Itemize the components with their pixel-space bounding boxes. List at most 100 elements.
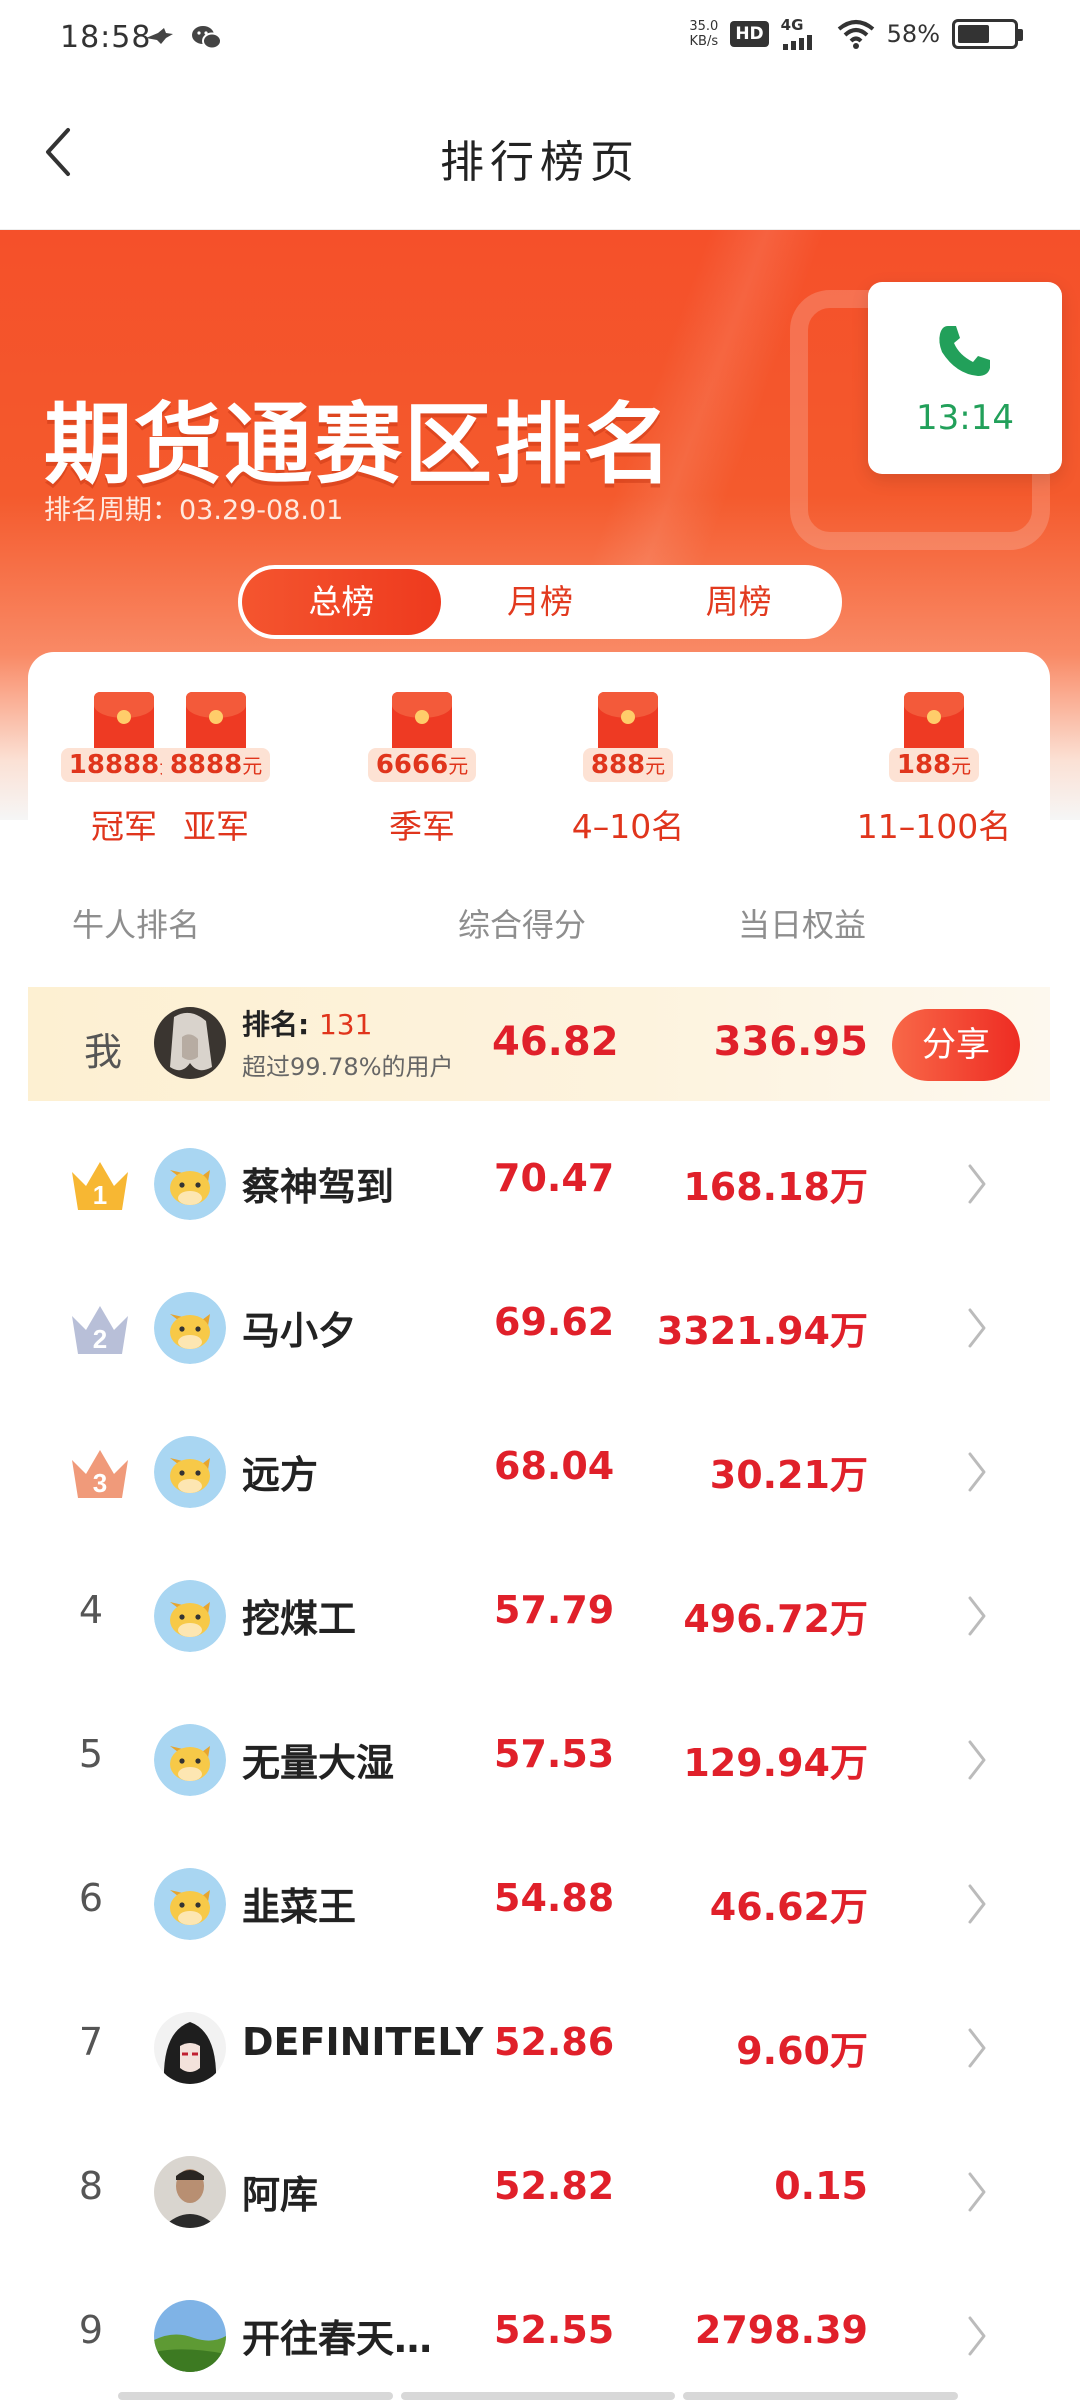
prize-item: 6666元 季军 (322, 692, 522, 848)
landscape-avatar[interactable] (154, 2300, 226, 2372)
tab-monthly[interactable]: 月榜 (441, 569, 640, 635)
user-equity: 2798.39 (694, 2308, 868, 2352)
user-name: 马小夕 (242, 1309, 357, 1353)
cow-avatar[interactable] (154, 1436, 226, 1508)
user-equity: 9.60万 (736, 2029, 868, 2073)
crown-icon: 2 (72, 1306, 128, 1354)
svg-text:1: 1 (93, 1180, 107, 1210)
user-equity: 0.15 (774, 2164, 868, 2208)
user-name: 开往春天… (242, 2317, 433, 2361)
user-equity: 168.18万 (683, 1165, 868, 1209)
status-time: 18:58 (60, 20, 152, 55)
status-notification-icons (142, 22, 224, 54)
tab-overall[interactable]: 总榜 (242, 569, 441, 635)
prize-item: 188元 11–100名 (834, 692, 1034, 848)
prize-amount: 6666元 (367, 748, 477, 782)
my-rank-row: 我 排名: 131 超过99.78%的用户 46.82 336.95 分享 (28, 987, 1050, 1101)
battery-percent: 58% (886, 20, 940, 48)
me-label: 我 (84, 1030, 123, 1074)
ranking-row[interactable]: 1 蔡神驾到 70.47 168.18万 (28, 1112, 1050, 1256)
column-header-rank: 牛人排名 (72, 906, 201, 944)
rank-number: 7 (78, 2020, 104, 2064)
ranking-row[interactable]: 7 DEFINITELY 52.86 9.60万 (28, 1976, 1050, 2120)
prize-amount: 888元 (582, 748, 674, 782)
prize-item: 8888元 亚军 (116, 692, 316, 848)
chevron-right-icon[interactable] (964, 2312, 990, 2360)
user-name: 远方 (242, 1453, 319, 1497)
status-right-cluster: 35.0 KB/s HD 4G 58% (689, 16, 1023, 50)
chevron-right-icon[interactable] (964, 1880, 990, 1928)
battery-icon (952, 19, 1023, 49)
user-equity: 496.72万 (683, 1597, 868, 1641)
rank-number: 9 (78, 2308, 104, 2352)
cow-avatar[interactable] (154, 1148, 226, 1220)
cow-avatar[interactable] (154, 1724, 226, 1796)
nav-bar: 排行榜页 (0, 80, 1080, 230)
photo-avatar[interactable] (154, 2156, 226, 2228)
ranking-row[interactable]: 5 无量大湿 57.53 129.94万 (28, 1688, 1050, 1832)
scroll-indicator (118, 2392, 959, 2400)
cow-avatar[interactable] (154, 1580, 226, 1652)
call-duration: 13:14 (916, 398, 1014, 438)
share-button[interactable]: 分享 (892, 1009, 1020, 1081)
user-score: 52.86 (494, 2020, 615, 2064)
user-score: 57.53 (494, 1732, 615, 1776)
crown-icon: 1 (72, 1162, 128, 1210)
user-name: 韭菜王 (242, 1885, 357, 1929)
user-name: 阿库 (242, 2173, 319, 2217)
ranking-row[interactable]: 3 远方 68.04 30.21万 (28, 1400, 1050, 1544)
hero-title: 期货通赛区排名 (44, 393, 675, 496)
user-name: 挖煤工 (242, 1597, 357, 1641)
cow-avatar[interactable] (154, 1292, 226, 1364)
prize-list: 18888元 冠军 8888元 亚军 6666元 季军 888元 4–10名 1… (28, 692, 1050, 852)
net-speed: 35.0 KB/s (689, 19, 718, 49)
ranking-row[interactable]: 6 韭菜王 54.88 46.62万 (28, 1832, 1050, 1976)
user-name: 无量大湿 (242, 1741, 395, 1785)
chevron-right-icon[interactable] (964, 1160, 990, 1208)
call-floating-widget[interactable]: 13:14 (868, 282, 1062, 474)
column-header-score: 综合得分 (458, 906, 587, 944)
net-speed-value: 35.0 (689, 19, 719, 34)
chevron-right-icon[interactable] (964, 1592, 990, 1640)
column-header-equity: 当日权益 (738, 906, 867, 944)
network-type: 4G (780, 16, 804, 34)
ranking-tabs: 总榜 月榜 周榜 (238, 565, 842, 639)
ranking-row[interactable]: 4 挖煤工 57.79 496.72万 (28, 1544, 1050, 1688)
user-equity: 3321.94万 (656, 1309, 868, 1353)
prize-name: 亚军 (183, 807, 249, 846)
tab-weekly[interactable]: 周榜 (639, 569, 838, 635)
phone-icon (939, 326, 990, 376)
battery-fill (958, 25, 989, 43)
prize-amount: 188元 (888, 748, 980, 782)
my-score: 46.82 (492, 1019, 619, 1065)
ranking-card: 18888元 冠军 8888元 亚军 6666元 季军 888元 4–10名 1… (28, 652, 1050, 2408)
cow-avatar[interactable] (154, 1868, 226, 1940)
rank-number: 8 (78, 2164, 104, 2208)
user-score: 52.55 (494, 2308, 615, 2352)
user-score: 52.82 (494, 2164, 615, 2208)
ranking-row[interactable]: 2 马小夕 69.62 3321.94万 (28, 1256, 1050, 1400)
wechat-icon (192, 26, 222, 50)
chevron-right-icon[interactable] (964, 1448, 990, 1496)
prize-item: 888元 4–10名 (528, 692, 728, 848)
avatar (154, 1007, 226, 1079)
cellular-signal-icon: 4G (780, 16, 825, 50)
column-headers: 牛人排名 综合得分 当日权益 (28, 900, 1050, 950)
chevron-right-icon[interactable] (964, 2168, 990, 2216)
user-score: 70.47 (494, 1156, 615, 1200)
user-score: 57.79 (494, 1588, 615, 1632)
rank-number: 4 (78, 1588, 104, 1632)
my-rank: 排名: 131 (242, 1008, 373, 1041)
my-beat-percent: 超过99.78%的用户 (242, 1053, 454, 1081)
ranking-row[interactable]: 8 阿库 52.82 0.15 (28, 2120, 1050, 2264)
prize-name: 4–10名 (571, 807, 685, 846)
ranking-row[interactable]: 9 开往春天… 52.55 2798.39 (28, 2264, 1050, 2408)
anime-avatar[interactable] (154, 2012, 226, 2084)
user-equity: 129.94万 (683, 1741, 868, 1785)
ranking-period: 排名周期：03.29-08.01 (44, 495, 344, 526)
chevron-right-icon[interactable] (964, 1736, 990, 1784)
rank-number: 5 (78, 1732, 104, 1776)
chevron-right-icon[interactable] (964, 2024, 990, 2072)
user-equity: 30.21万 (709, 1453, 868, 1497)
chevron-right-icon[interactable] (964, 1304, 990, 1352)
